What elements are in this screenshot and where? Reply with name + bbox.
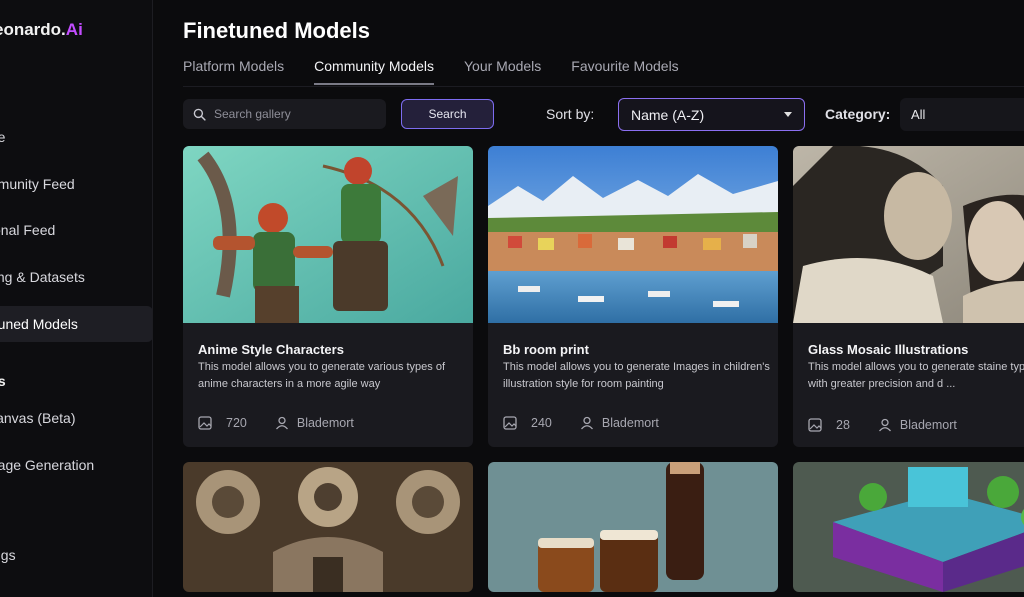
card-description: This model allows you to generate variou…: [198, 361, 446, 390]
sidebar-item-label: sonal Feed: [0, 222, 56, 238]
tab-community-models[interactable]: Community Models: [314, 58, 434, 85]
user-icon: [878, 418, 891, 432]
app-logo[interactable]: eonardo.Ai: [0, 20, 83, 40]
search-button[interactable]: Search: [401, 99, 494, 129]
sidebar-item-label: mage Generation: [0, 457, 95, 473]
search-icon: [193, 108, 206, 121]
sidebar-item-label: me: [0, 129, 5, 145]
tab-favourite-models[interactable]: Favourite Models: [571, 58, 678, 85]
image-count: 720: [226, 416, 247, 430]
author-name[interactable]: Blademort: [297, 416, 354, 430]
sidebar-item-settings[interactable]: tings: [0, 537, 152, 573]
ornament-image: [183, 462, 473, 592]
search-box[interactable]: [183, 99, 386, 129]
card-title: Bb room print: [503, 342, 589, 357]
sidebar: eonardo.Ai e me mmunity Feed sonal Feed …: [0, 0, 153, 597]
model-card-anime[interactable]: Anime Style Characters This model allows…: [183, 146, 473, 447]
card-thumbnail[interactable]: [793, 146, 1024, 323]
model-card-beverage[interactable]: [488, 462, 778, 592]
sidebar-item-home[interactable]: e: [0, 77, 152, 113]
sidebar-item-finetuned-models[interactable]: etuned Models: [0, 306, 152, 342]
card-title: Anime Style Characters: [198, 342, 344, 357]
card-meta: 720 Blademort: [198, 416, 354, 430]
sidebar-item-label: ning & Datasets: [0, 269, 85, 285]
user-icon: [275, 416, 288, 430]
card-thumbnail[interactable]: [183, 146, 473, 323]
image-count: 28: [836, 418, 850, 432]
card-description: This model allows you to generate Images…: [503, 361, 770, 390]
card-meta: 28 Blademort: [808, 418, 957, 432]
sidebar-item-personal-feed[interactable]: sonal Feed: [0, 212, 152, 248]
sidebar-item-label: etuned Models: [0, 316, 78, 332]
sidebar-item-label: mmunity Feed: [0, 176, 75, 192]
sidebar-item-home-2[interactable]: me: [0, 119, 152, 155]
image-icon: [198, 416, 212, 430]
tab-divider: [183, 86, 1024, 87]
category-label: Category:: [825, 106, 891, 122]
sort-value: Name (A-Z): [631, 106, 705, 123]
sidebar-heading-tools: ls: [0, 373, 6, 389]
category-value: All: [911, 107, 926, 122]
tab-your-models[interactable]: Your Models: [464, 58, 541, 85]
tab-bar: Platform Models Community Models Your Mo…: [183, 58, 679, 85]
logo-accent: Ai: [65, 20, 83, 39]
logo-text: eonardo.: [0, 20, 66, 39]
image-count: 240: [531, 416, 552, 430]
user-icon: [580, 416, 593, 430]
tab-platform-models[interactable]: Platform Models: [183, 58, 284, 85]
couple-portrait-image: [793, 146, 1024, 323]
sidebar-item-training-datasets[interactable]: ning & Datasets: [0, 259, 152, 295]
model-card-bb-room-print[interactable]: Bb room print This model allows you to g…: [488, 146, 778, 447]
sidebar-item-label: tings: [0, 547, 16, 563]
voxel-island-image: [793, 462, 1024, 592]
page-title: Finetuned Models: [183, 18, 370, 43]
model-card-ornament[interactable]: [183, 462, 473, 592]
sidebar-item-canvas[interactable]: Canvas (Beta): [0, 400, 152, 436]
card-thumbnail[interactable]: [488, 146, 778, 323]
sort-label: Sort by:: [546, 106, 595, 122]
anime-characters-image: [183, 146, 473, 323]
image-icon: [503, 416, 517, 430]
beer-bottles-image: [488, 462, 778, 592]
author-name[interactable]: Blademort: [602, 416, 659, 430]
sidebar-item-label: Canvas (Beta): [0, 410, 76, 426]
sort-select[interactable]: Name (A-Z): [618, 98, 805, 131]
sidebar-item-image-generation[interactable]: mage Generation: [0, 447, 152, 483]
search-input[interactable]: [214, 107, 374, 121]
image-icon: [808, 418, 822, 432]
model-card-glass-mosaic[interactable]: Glass Mosaic Illustrations This model al…: [793, 146, 1024, 447]
sidebar-item-community-feed[interactable]: mmunity Feed: [0, 166, 152, 202]
card-title: Glass Mosaic Illustrations: [808, 342, 969, 357]
author-name[interactable]: Blademort: [900, 418, 957, 432]
category-select[interactable]: All: [900, 98, 1024, 131]
harbor-village-image: [488, 146, 778, 323]
chevron-down-icon: [784, 112, 792, 117]
card-description: This model allows you to generate staine…: [808, 361, 1024, 390]
main-content: Finetuned Models Platform Models Communi…: [154, 0, 1024, 597]
model-card-voxel-island[interactable]: [793, 462, 1024, 592]
card-meta: 240 Blademort: [503, 416, 659, 430]
